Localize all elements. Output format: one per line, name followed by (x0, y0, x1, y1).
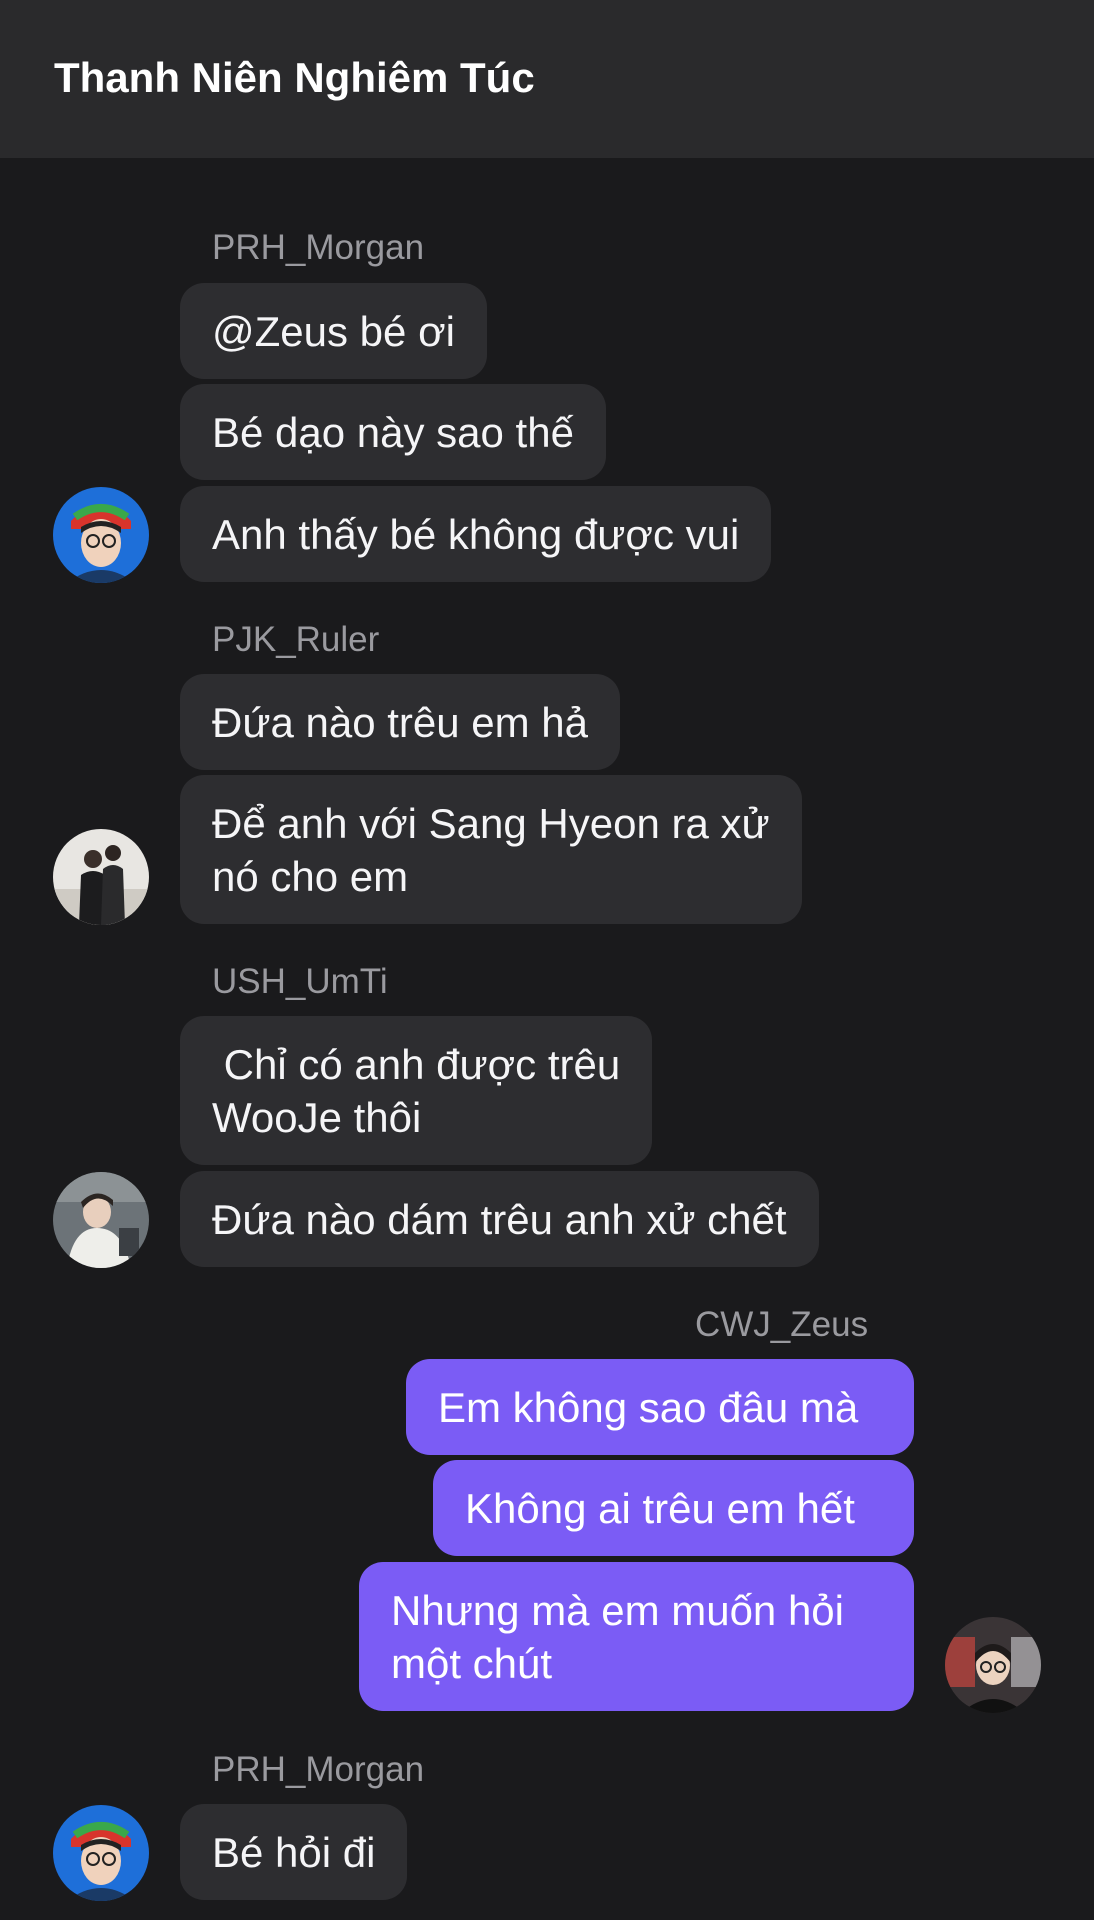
message-bubble[interactable]: Bé hỏi đi (180, 1804, 408, 1900)
avatar-pjk-ruler[interactable] (53, 829, 149, 925)
message-bubble[interactable]: Bé dạo này sao thế (180, 384, 606, 480)
sender-name: PJK_Ruler (212, 620, 380, 659)
sender-name: CWJ_Zeus (695, 1305, 869, 1344)
message-bubble[interactable]: Anh thấy bé không được vui (180, 486, 772, 582)
avatar-prh-morgan[interactable] (53, 1805, 149, 1901)
message-bubble-outgoing[interactable]: Em không sao đâu mà (406, 1359, 914, 1455)
chat-title: Thanh Niên Nghiêm Túc (54, 54, 535, 101)
message-bubble[interactable]: Đứa nào trêu em hả (180, 674, 620, 770)
avatar-cwj-zeus[interactable] (945, 1617, 1041, 1713)
message-bubble[interactable]: Chỉ có anh được trêu WooJe thôi (180, 1016, 653, 1165)
message-bubble-outgoing[interactable]: Nhưng mà em muốn hỏi một chút (359, 1562, 914, 1711)
sender-name: PRH_Morgan (212, 1750, 425, 1789)
chat-header: Thanh Niên Nghiêm Túc (0, 0, 1094, 158)
sender-name: PRH_Morgan (212, 228, 425, 267)
message-bubble-outgoing[interactable]: Không ai trêu em hết (433, 1460, 914, 1556)
message-bubble[interactable]: Để anh với Sang Hyeon ra xử nó cho em (180, 775, 802, 924)
message-bubble[interactable]: Đứa nào dám trêu anh xử chết (180, 1171, 819, 1267)
message-bubble[interactable]: @Zeus bé ơi (180, 283, 487, 379)
avatar-prh-morgan[interactable] (53, 487, 149, 583)
avatar-ush-umti[interactable] (53, 1172, 149, 1268)
sender-name: USH_UmTi (212, 962, 388, 1001)
